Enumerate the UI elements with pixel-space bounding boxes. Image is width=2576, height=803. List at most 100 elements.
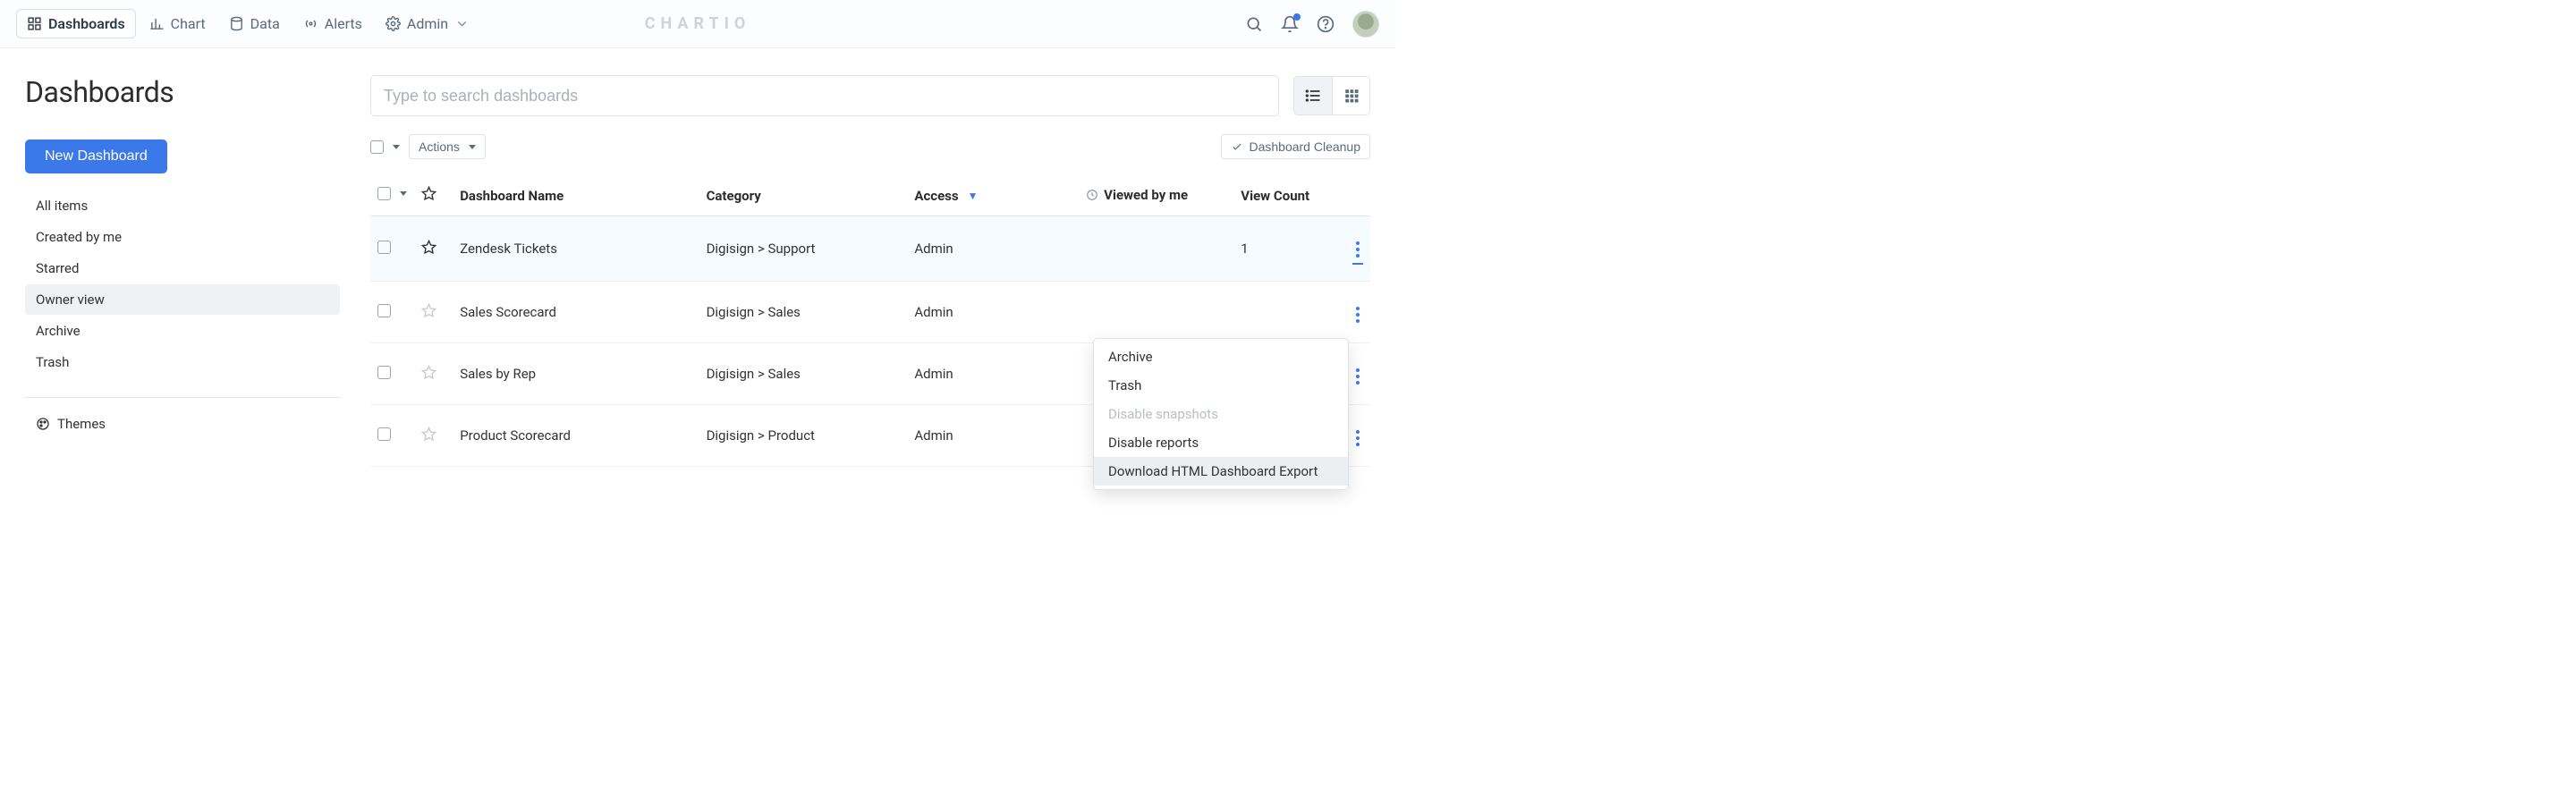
cell-category: Digisign > Support bbox=[699, 216, 908, 282]
notification-dot bbox=[1293, 13, 1301, 21]
help-icon[interactable] bbox=[1317, 15, 1335, 33]
list-view-button[interactable] bbox=[1294, 77, 1332, 114]
nav-right bbox=[1245, 11, 1379, 38]
avatar[interactable] bbox=[1352, 11, 1379, 38]
caret-down-icon bbox=[400, 191, 407, 196]
th-name[interactable]: Dashboard Name bbox=[453, 175, 699, 216]
cleanup-label: Dashboard Cleanup bbox=[1249, 139, 1360, 154]
cell-viewed bbox=[1079, 216, 1233, 282]
actions-button[interactable]: Actions bbox=[409, 134, 486, 159]
sidebar-item[interactable]: Created by me bbox=[25, 222, 340, 252]
cell-count: 1 bbox=[1233, 216, 1328, 282]
sidebar-item[interactable]: Trash bbox=[25, 347, 340, 377]
clock-icon bbox=[1086, 189, 1098, 201]
nav-label: Dashboards bbox=[48, 15, 125, 32]
cell-category: Digisign > Sales bbox=[699, 282, 908, 343]
chart-icon bbox=[149, 16, 165, 31]
header-checkbox[interactable] bbox=[377, 187, 391, 200]
nav-label: Admin bbox=[407, 15, 448, 32]
main: Dashboards New Dashboard All itemsCreate… bbox=[0, 48, 1395, 467]
th-viewed-label: Viewed by me bbox=[1104, 187, 1188, 203]
th-count[interactable]: View Count bbox=[1233, 175, 1328, 216]
sidebar-separator bbox=[25, 397, 340, 398]
row-menu-button[interactable] bbox=[1352, 303, 1363, 326]
table-row[interactable]: Sales ScorecardDigisign > SalesAdmin bbox=[370, 282, 1370, 343]
new-dashboard-button[interactable]: New Dashboard bbox=[25, 139, 167, 173]
row-checkbox[interactable] bbox=[377, 304, 391, 317]
dropdown-item: Disable snapshots bbox=[1094, 400, 1348, 428]
star-icon[interactable] bbox=[421, 240, 436, 255]
cell-name: Sales Scorecard bbox=[453, 282, 699, 343]
cell-name: Sales by Rep bbox=[453, 343, 699, 405]
dropdown-item[interactable]: Download HTML Dashboard Export bbox=[1094, 457, 1348, 486]
row-checkbox[interactable] bbox=[377, 366, 391, 379]
grid-icon bbox=[27, 16, 42, 31]
database-icon bbox=[229, 16, 244, 31]
cleanup-icon bbox=[1231, 140, 1243, 153]
grid-view-button[interactable] bbox=[1332, 77, 1369, 114]
content: Actions Dashboard Cleanup Dashboard Name… bbox=[370, 75, 1370, 467]
sidebar-item[interactable]: Archive bbox=[25, 316, 340, 346]
themes-label: Themes bbox=[57, 416, 106, 432]
star-icon[interactable] bbox=[421, 427, 436, 442]
nav-left: Dashboards Chart Data Alerts Admin bbox=[16, 9, 479, 38]
nav-label: Chart bbox=[171, 15, 206, 32]
sort-indicator-icon: ▼ bbox=[968, 190, 979, 202]
toolbar-row: Actions Dashboard Cleanup bbox=[370, 134, 1370, 159]
nav-data[interactable]: Data bbox=[219, 10, 290, 38]
notifications-icon[interactable] bbox=[1281, 15, 1299, 33]
sidebar-item[interactable]: Owner view bbox=[25, 284, 340, 315]
cell-access: Admin bbox=[907, 282, 1079, 343]
cell-count bbox=[1233, 282, 1328, 343]
nav-label: Data bbox=[250, 15, 280, 32]
top-nav: Dashboards Chart Data Alerts Admin CHART… bbox=[0, 0, 1395, 48]
star-icon[interactable] bbox=[421, 365, 436, 380]
gear-icon bbox=[386, 16, 401, 31]
table-row[interactable]: Zendesk TicketsDigisign > SupportAdmin 1 bbox=[370, 216, 1370, 282]
sidebar-themes[interactable]: Themes bbox=[25, 409, 340, 439]
nav-admin[interactable]: Admin bbox=[376, 10, 479, 38]
row-menu-button[interactable] bbox=[1352, 365, 1363, 388]
row-checkbox[interactable] bbox=[377, 241, 391, 254]
nav-label: Alerts bbox=[325, 15, 362, 32]
th-access[interactable]: Access▼ bbox=[907, 175, 1079, 216]
dropdown-item[interactable]: Trash bbox=[1094, 371, 1348, 400]
row-menu-button[interactable] bbox=[1352, 427, 1363, 450]
themes-icon bbox=[36, 417, 50, 431]
select-all[interactable] bbox=[370, 140, 400, 154]
row-menu-button[interactable] bbox=[1352, 238, 1363, 265]
sidebar-item[interactable]: Starred bbox=[25, 253, 340, 283]
star-icon[interactable] bbox=[421, 303, 436, 318]
cell-name: Product Scorecard bbox=[453, 405, 699, 467]
th-viewed[interactable]: Viewed by me bbox=[1079, 175, 1233, 216]
dropdown-item[interactable]: Archive bbox=[1094, 342, 1348, 371]
nav-dashboards[interactable]: Dashboards bbox=[16, 9, 136, 38]
cell-access: Admin bbox=[907, 216, 1079, 282]
th-category[interactable]: Category bbox=[699, 175, 908, 216]
cell-access: Admin bbox=[907, 343, 1079, 405]
grid-view-icon bbox=[1343, 88, 1360, 104]
view-toggle bbox=[1293, 76, 1370, 115]
nav-chart[interactable]: Chart bbox=[140, 10, 216, 38]
row-checkbox[interactable] bbox=[377, 427, 391, 441]
cell-viewed bbox=[1079, 282, 1233, 343]
star-header-icon[interactable] bbox=[421, 186, 436, 201]
sidebar-list: All itemsCreated by meStarredOwner viewA… bbox=[25, 190, 340, 377]
dropdown-item[interactable]: Disable reports bbox=[1094, 428, 1348, 457]
sidebar-item[interactable]: All items bbox=[25, 190, 340, 221]
sidebar: Dashboards New Dashboard All itemsCreate… bbox=[25, 75, 340, 467]
select-all-checkbox[interactable] bbox=[370, 140, 384, 154]
cell-name: Zendesk Tickets bbox=[453, 216, 699, 282]
list-icon bbox=[1304, 87, 1322, 105]
caret-down-icon bbox=[393, 145, 400, 149]
search-icon[interactable] bbox=[1245, 15, 1263, 33]
broadcast-icon bbox=[303, 16, 318, 31]
cell-category: Digisign > Sales bbox=[699, 343, 908, 405]
cell-access: Admin bbox=[907, 405, 1079, 467]
actions-label: Actions bbox=[419, 139, 460, 154]
chevron-down-icon bbox=[454, 16, 470, 31]
nav-alerts[interactable]: Alerts bbox=[293, 10, 372, 38]
search-input[interactable] bbox=[370, 75, 1279, 116]
page-title: Dashboards bbox=[25, 75, 340, 109]
dashboard-cleanup-button[interactable]: Dashboard Cleanup bbox=[1221, 134, 1370, 159]
